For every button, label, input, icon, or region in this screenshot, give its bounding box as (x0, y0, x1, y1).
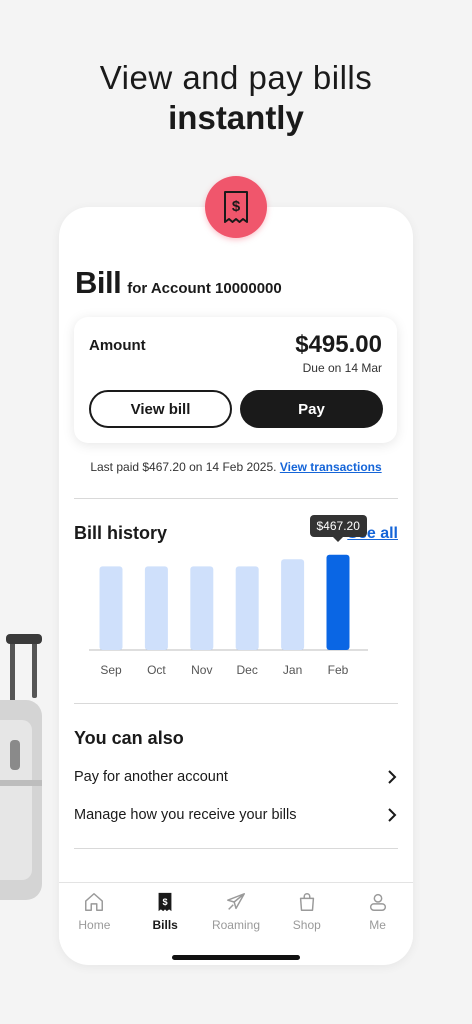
plane-icon (227, 893, 245, 910)
bill-history-chart: Sep Oct Nov Dec Jan Feb $467.20 (89, 514, 379, 682)
account-label: for Account 10000000 (127, 280, 282, 297)
svg-text:$: $ (232, 198, 241, 215)
tab-label: Roaming (211, 918, 260, 932)
tab-bills[interactable]: $ Bills (130, 883, 201, 942)
manage-bills-delivery-item[interactable]: Manage how you receive your bills (74, 800, 398, 830)
tab-me[interactable]: Me (342, 883, 413, 942)
chart-tooltip: $467.20 (309, 514, 367, 542)
chart-bar-jan[interactable] (281, 559, 305, 650)
headline: View and pay bills instantly (0, 58, 472, 138)
chart-bar-sep[interactable] (99, 566, 123, 650)
pay-another-account-item[interactable]: Pay for another account (74, 762, 398, 792)
headline-line1: View and pay bills (99, 59, 373, 96)
svg-text:$: $ (163, 897, 168, 907)
chart-x-label: Jan (283, 663, 302, 677)
view-bill-button[interactable]: View bill (89, 390, 232, 428)
tab-label: Bills (152, 918, 178, 932)
chart-bar-dec[interactable] (235, 566, 259, 650)
tab-home[interactable]: Home (59, 883, 130, 942)
chart-bar-nov[interactable] (190, 566, 214, 650)
chevron-right-icon (388, 808, 397, 822)
headline-line2: instantly (168, 99, 304, 136)
bag-icon (299, 893, 314, 911)
chart-x-label: Nov (191, 663, 212, 677)
view-transactions-link[interactable]: View transactions (280, 460, 382, 474)
amount-card: Amount $495.00 Due on 14 Mar View bill P… (74, 317, 397, 443)
chevron-right-icon (388, 770, 397, 784)
chart-x-label: Sep (100, 663, 122, 677)
chart-x-label: Dec (237, 663, 258, 677)
last-paid-info: Last paid $467.20 on 14 Feb 2025. View t… (59, 460, 413, 474)
chart-x-label: Oct (147, 663, 166, 677)
tab-label: Shop (292, 918, 321, 932)
bill-history-title: Bill history (74, 523, 168, 543)
tab-shop[interactable]: Shop (271, 883, 342, 942)
amount-label: Amount (89, 337, 146, 354)
receipt-dollar-icon: $ (224, 191, 248, 223)
divider (74, 703, 398, 704)
home-icon (85, 893, 104, 911)
bill-badge: $ (205, 176, 267, 238)
divider (74, 848, 398, 849)
divider (74, 498, 398, 499)
option-label: Manage how you receive your bills (74, 807, 297, 823)
last-paid-text: Last paid $467.20 on 14 Feb 2025. (90, 460, 277, 474)
bill-icon: $ (158, 892, 172, 912)
phone-screen: Bill for Account 10000000 Amount $495.00… (59, 207, 413, 965)
person-icon (369, 893, 386, 911)
pay-button[interactable]: Pay (240, 390, 383, 428)
option-label: Pay for another account (74, 769, 228, 785)
chart-bar-oct[interactable] (144, 566, 168, 650)
chart-x-label: Feb (328, 663, 349, 677)
due-date: Due on 14 Mar (302, 361, 382, 375)
home-indicator (172, 955, 300, 960)
bill-header: Bill for Account 10000000 (75, 265, 282, 301)
amount-value: $495.00 (295, 331, 382, 358)
chart-bar-feb[interactable] (326, 554, 350, 650)
luggage-illustration (0, 634, 42, 900)
tab-label: Home (78, 918, 111, 932)
tab-roaming[interactable]: Roaming (201, 883, 272, 942)
tab-label: Me (369, 918, 386, 932)
you-can-also-title: You can also (74, 728, 184, 748)
chart-svg: Sep Oct Nov Dec Jan Feb (89, 554, 368, 677)
bill-title: Bill (75, 265, 122, 300)
tab-bar: Home $ Bills Roaming Shop Me (59, 882, 413, 942)
